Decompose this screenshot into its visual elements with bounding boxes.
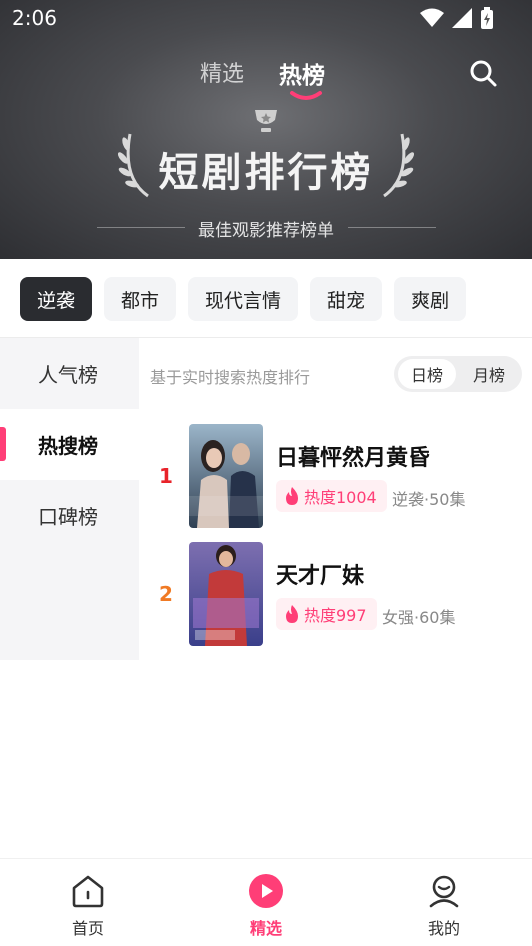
play-icon: [249, 874, 283, 908]
banner-subtitle: 最佳观影推荐榜单: [198, 221, 334, 241]
top-tabs: 精选 热榜: [0, 56, 532, 100]
side-item-hot-search[interactable]: 热搜榜: [0, 409, 139, 480]
heat-badge: 热度1004: [276, 480, 387, 512]
ranking-side-nav: 人气榜 热搜榜 口碑榜: [0, 338, 139, 660]
genre-chip-comeback[interactable]: 逆袭: [20, 277, 93, 321]
nav-label: 首页: [71, 919, 104, 938]
profile-icon: [429, 875, 459, 908]
genre-chip-sweet[interactable]: 甜宠: [310, 277, 383, 321]
show-meta: 女强·60集: [382, 608, 456, 627]
heat-value: 热度1004: [304, 488, 377, 507]
home-icon: [72, 875, 104, 908]
genre-chips: 逆袭 都市 现代言情 甜宠 爽剧: [20, 277, 467, 321]
wifi-icon: [420, 8, 444, 27]
show-title[interactable]: 日暮怦然月黄昏: [276, 440, 430, 472]
rank-number: 2: [159, 582, 173, 606]
status-bar: 2:06: [0, 0, 532, 38]
list-description: 基于实时搜索热度排行: [150, 368, 311, 387]
list-item[interactable]: 1 日暮怦然月黄昏 热度1004 逆袭·50集: [150, 424, 530, 528]
status-icons: [420, 7, 494, 29]
status-time: 2:06: [12, 6, 57, 30]
flame-icon: [286, 487, 298, 505]
heat-value: 热度997: [304, 606, 367, 625]
battery-icon: [481, 7, 493, 29]
genre-chip-thrill[interactable]: 爽剧: [394, 277, 467, 321]
poster-image[interactable]: [189, 424, 263, 528]
tab-featured[interactable]: 精选: [200, 56, 244, 88]
toggle-daily[interactable]: 日榜: [398, 359, 456, 389]
side-item-reputation[interactable]: 口碑榜: [0, 480, 139, 551]
nav-label: 精选: [249, 919, 282, 938]
banner-title: 短剧排行榜: [158, 150, 374, 196]
toggle-monthly[interactable]: 月榜: [460, 359, 518, 389]
heat-badge: 热度997: [276, 598, 377, 630]
list-item[interactable]: 2 天才厂妹 热度997 女强·60集: [150, 542, 530, 646]
genre-chip-urban[interactable]: 都市: [104, 277, 177, 321]
header-banner: 2:06 精选 热榜 短剧排行榜 最佳观影推荐榜单: [0, 0, 532, 259]
banner-subtitle-row: 最佳观影推荐榜单: [0, 216, 532, 241]
trophy-icon: [255, 110, 277, 132]
bottom-nav: 首页 精选 我的: [0, 858, 532, 946]
nav-label: 我的: [427, 919, 460, 938]
period-toggle: 日榜 月榜: [394, 356, 522, 392]
tab-hot-list[interactable]: 热榜: [279, 56, 325, 90]
nav-profile[interactable]: 我的: [394, 873, 494, 939]
rank-number: 1: [159, 464, 173, 488]
signal-icon: [452, 8, 472, 28]
divider: [348, 227, 436, 228]
genre-chip-modern-romance[interactable]: 现代言情: [188, 277, 299, 321]
nav-featured[interactable]: 精选: [216, 873, 316, 939]
flame-icon: [286, 605, 298, 623]
show-title[interactable]: 天才厂妹: [276, 558, 364, 590]
active-tab-indicator: [290, 91, 322, 100]
search-icon[interactable]: [468, 58, 498, 88]
poster-image[interactable]: [189, 542, 263, 646]
side-item-popular[interactable]: 人气榜: [0, 338, 139, 409]
show-meta: 逆袭·50集: [392, 490, 466, 509]
nav-home[interactable]: 首页: [38, 873, 138, 939]
